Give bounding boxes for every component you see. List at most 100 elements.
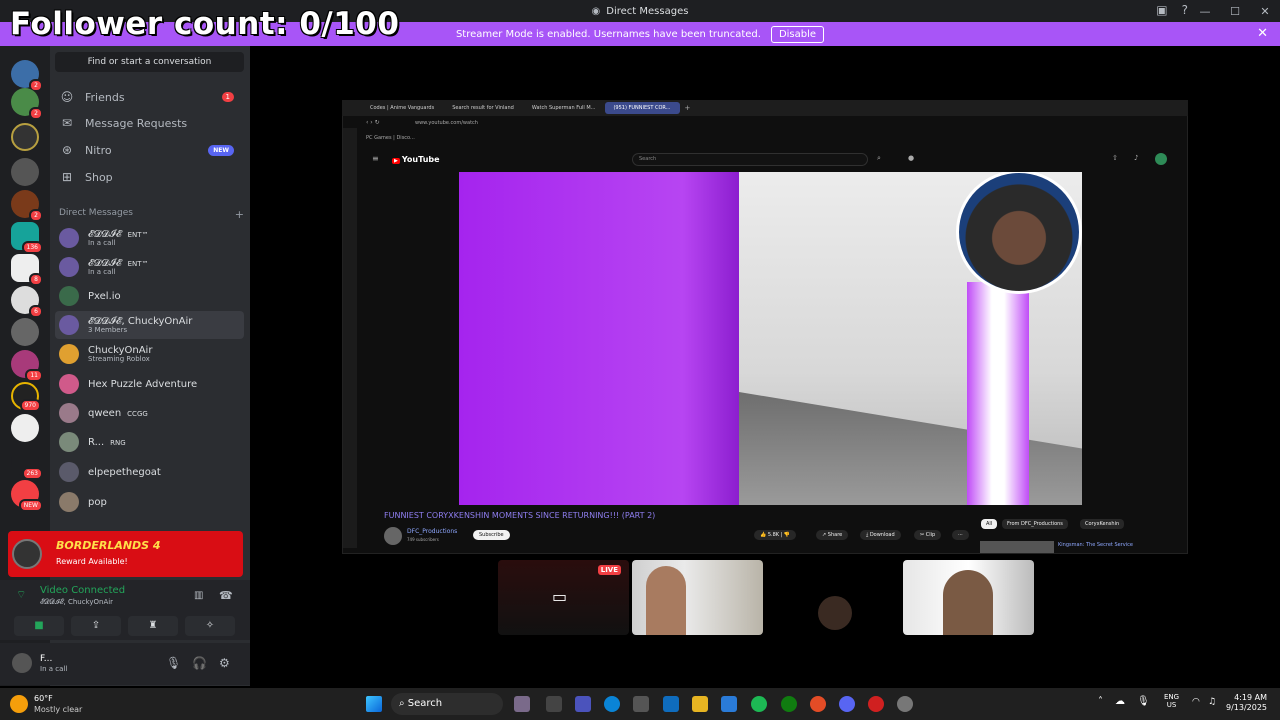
reward-banner[interactable]: BORDERLANDS 4 Reward Available! bbox=[8, 531, 243, 577]
chip-all[interactable]: All bbox=[981, 519, 998, 529]
taskbar-search[interactable]: ⌕ Search bbox=[391, 693, 503, 715]
mic-tray-icon[interactable]: 🎙 bbox=[1137, 696, 1150, 707]
bookmark-item[interactable]: PC Games | Disco... bbox=[366, 135, 415, 141]
headphones-icon[interactable]: 🎧 bbox=[192, 656, 207, 670]
server-icon[interactable]: 2 bbox=[11, 88, 43, 120]
screen-share-button[interactable]: ⇪ bbox=[71, 616, 121, 636]
server-icon[interactable]: 11 bbox=[11, 350, 43, 382]
close-banner-icon[interactable]: ✕ bbox=[1257, 26, 1268, 41]
server-icon[interactable]: 2 bbox=[11, 190, 43, 222]
chrome-icon[interactable] bbox=[810, 696, 826, 712]
settings-taskbar-icon[interactable] bbox=[897, 696, 913, 712]
sidebar-item-friends[interactable]: ☺ Friends 1 bbox=[55, 85, 244, 109]
app-icon[interactable] bbox=[751, 696, 767, 712]
teams-icon[interactable] bbox=[575, 696, 591, 712]
dm-item[interactable]: R... RNG bbox=[55, 428, 244, 456]
app-icon[interactable] bbox=[868, 696, 884, 712]
sidebar-item-nitro[interactable]: ⊛ Nitro NEW bbox=[55, 138, 244, 162]
app-icon[interactable] bbox=[721, 696, 737, 712]
server-icon[interactable] bbox=[11, 123, 39, 151]
address-bar[interactable]: ‹ › ↻ www.youtube.com/watch bbox=[360, 118, 1180, 130]
language-indicator[interactable]: ENG US bbox=[1164, 693, 1179, 710]
menu-icon[interactable]: ≡ bbox=[372, 154, 379, 163]
maximize-button[interactable]: ☐ bbox=[1220, 5, 1250, 18]
like-button[interactable]: 👍 5.8K | 👎 bbox=[754, 530, 797, 540]
server-icon[interactable] bbox=[11, 414, 39, 442]
xbox-icon[interactable] bbox=[781, 696, 797, 712]
store-icon[interactable] bbox=[633, 696, 649, 712]
clock[interactable]: 4:19 AM 9/13/2025 bbox=[1226, 693, 1267, 714]
edge-icon[interactable] bbox=[604, 696, 620, 712]
chip-from-channel[interactable]: From DFC_Productions bbox=[1002, 519, 1068, 529]
browser-tab[interactable]: Watch Superman Full M... bbox=[524, 102, 606, 114]
browser-tab-active[interactable]: (951) FUNNIEST COR... bbox=[605, 102, 681, 114]
file-explorer-icon[interactable] bbox=[692, 696, 708, 712]
server-icon[interactable]: NEW bbox=[11, 480, 43, 512]
dm-item-active[interactable]: 𝓔𝓓𝓓𝓘𝓔, ChuckyOnAir 3 Members bbox=[55, 311, 244, 339]
channel-avatar[interactable] bbox=[384, 527, 402, 545]
recommended-title[interactable]: Kingsman: The Secret Service bbox=[1058, 542, 1133, 548]
minimize-button[interactable]: — bbox=[1190, 5, 1220, 18]
sidebar-item-shop[interactable]: ⊞ Shop bbox=[55, 165, 244, 189]
find-conversation-button[interactable]: Find or start a conversation bbox=[55, 52, 244, 72]
dm-item[interactable]: 𝓔𝓓𝓓𝓘𝓔 ENT™ In a call bbox=[55, 224, 244, 252]
server-icon[interactable]: 970 bbox=[11, 382, 41, 412]
settings-gear-icon[interactable]: ⚙ bbox=[219, 656, 230, 670]
inbox-icon[interactable]: ▣ bbox=[1156, 3, 1167, 17]
search-icon[interactable]: ⌕ bbox=[877, 154, 881, 163]
soundboard-button[interactable]: ✧ bbox=[185, 616, 235, 636]
dm-item[interactable]: 𝓔𝓓𝓓𝓘𝓔 ENT™ In a call bbox=[55, 253, 244, 281]
disconnect-icon[interactable]: ☎ bbox=[219, 589, 233, 602]
channel-name[interactable]: DFC_Productions bbox=[407, 528, 457, 535]
microphone-icon[interactable]: 🎙 bbox=[166, 656, 181, 670]
dm-item[interactable]: ChuckyOnAir Streaming Roblox bbox=[55, 340, 244, 368]
dm-item[interactable]: Hex Puzzle Adventure bbox=[55, 370, 244, 398]
video-player[interactable] bbox=[459, 172, 1082, 505]
server-icon[interactable] bbox=[11, 158, 39, 186]
participant-tile[interactable] bbox=[770, 560, 901, 635]
youtube-logo[interactable]: ▶ YouTube bbox=[392, 155, 440, 164]
recommended-thumbnail[interactable] bbox=[980, 541, 1054, 553]
back-icon[interactable]: ‹ › ↻ bbox=[366, 119, 380, 126]
server-icon[interactable]: 8 bbox=[11, 254, 43, 286]
sidebar-item-message-requests[interactable]: ✉ Message Requests bbox=[55, 111, 244, 135]
server-icon[interactable]: 136 bbox=[11, 222, 43, 254]
subscribe-button[interactable]: Subscribe bbox=[473, 530, 510, 540]
participant-tile[interactable]: LIVE ▭ bbox=[498, 560, 629, 635]
dm-item[interactable]: qween CCGG bbox=[55, 399, 244, 427]
more-actions-icon[interactable]: ⋯ bbox=[952, 530, 969, 540]
upload-icon[interactable]: ⇧ bbox=[1112, 154, 1118, 162]
discord-taskbar-icon[interactable] bbox=[839, 696, 855, 712]
server-icon[interactable]: 2 bbox=[11, 60, 43, 92]
server-icon[interactable]: 6 bbox=[11, 286, 43, 318]
volume-icon[interactable]: ♫ bbox=[1208, 697, 1216, 707]
activities-button[interactable]: ♜ bbox=[128, 616, 178, 636]
server-icon[interactable] bbox=[11, 318, 39, 346]
bell-icon[interactable]: ♪ bbox=[1134, 154, 1138, 162]
browser-tab[interactable]: Codes | Anime Vanguards bbox=[362, 102, 444, 114]
browser-tab[interactable]: Search result for Vinland bbox=[444, 102, 524, 114]
task-view-icon[interactable] bbox=[546, 696, 562, 712]
camera-button[interactable]: ■ bbox=[14, 616, 64, 636]
noise-suppression-icon[interactable]: ▥ bbox=[194, 590, 203, 601]
user-avatar[interactable] bbox=[12, 653, 32, 673]
start-button[interactable] bbox=[366, 696, 382, 712]
participant-tile[interactable] bbox=[632, 560, 763, 635]
server-icon[interactable]: 263 bbox=[11, 448, 43, 480]
participant-tile[interactable] bbox=[903, 560, 1034, 635]
cloud-icon[interactable]: ☁ bbox=[1115, 696, 1125, 707]
clip-button[interactable]: ✂ Clip bbox=[914, 530, 942, 540]
dm-item[interactable]: pop bbox=[55, 488, 244, 516]
account-avatar[interactable] bbox=[1155, 153, 1167, 165]
widgets-icon[interactable] bbox=[514, 696, 530, 712]
help-icon[interactable]: ? bbox=[1182, 3, 1188, 17]
share-button[interactable]: ↗ Share bbox=[816, 530, 849, 540]
create-dm-icon[interactable]: + bbox=[235, 208, 244, 221]
close-button[interactable]: ✕ bbox=[1250, 5, 1280, 18]
voice-channel[interactable]: 𝓔𝓓𝓓𝓘𝓔, ChuckyOnAir bbox=[40, 598, 113, 607]
dm-item[interactable]: elpepethegoat bbox=[55, 458, 244, 486]
wifi-icon[interactable]: ◠ bbox=[1192, 697, 1200, 707]
chevron-up-icon[interactable]: ˄ bbox=[1098, 696, 1103, 707]
youtube-search-input[interactable]: Search bbox=[632, 153, 868, 166]
mic-icon[interactable]: ● bbox=[908, 154, 914, 162]
